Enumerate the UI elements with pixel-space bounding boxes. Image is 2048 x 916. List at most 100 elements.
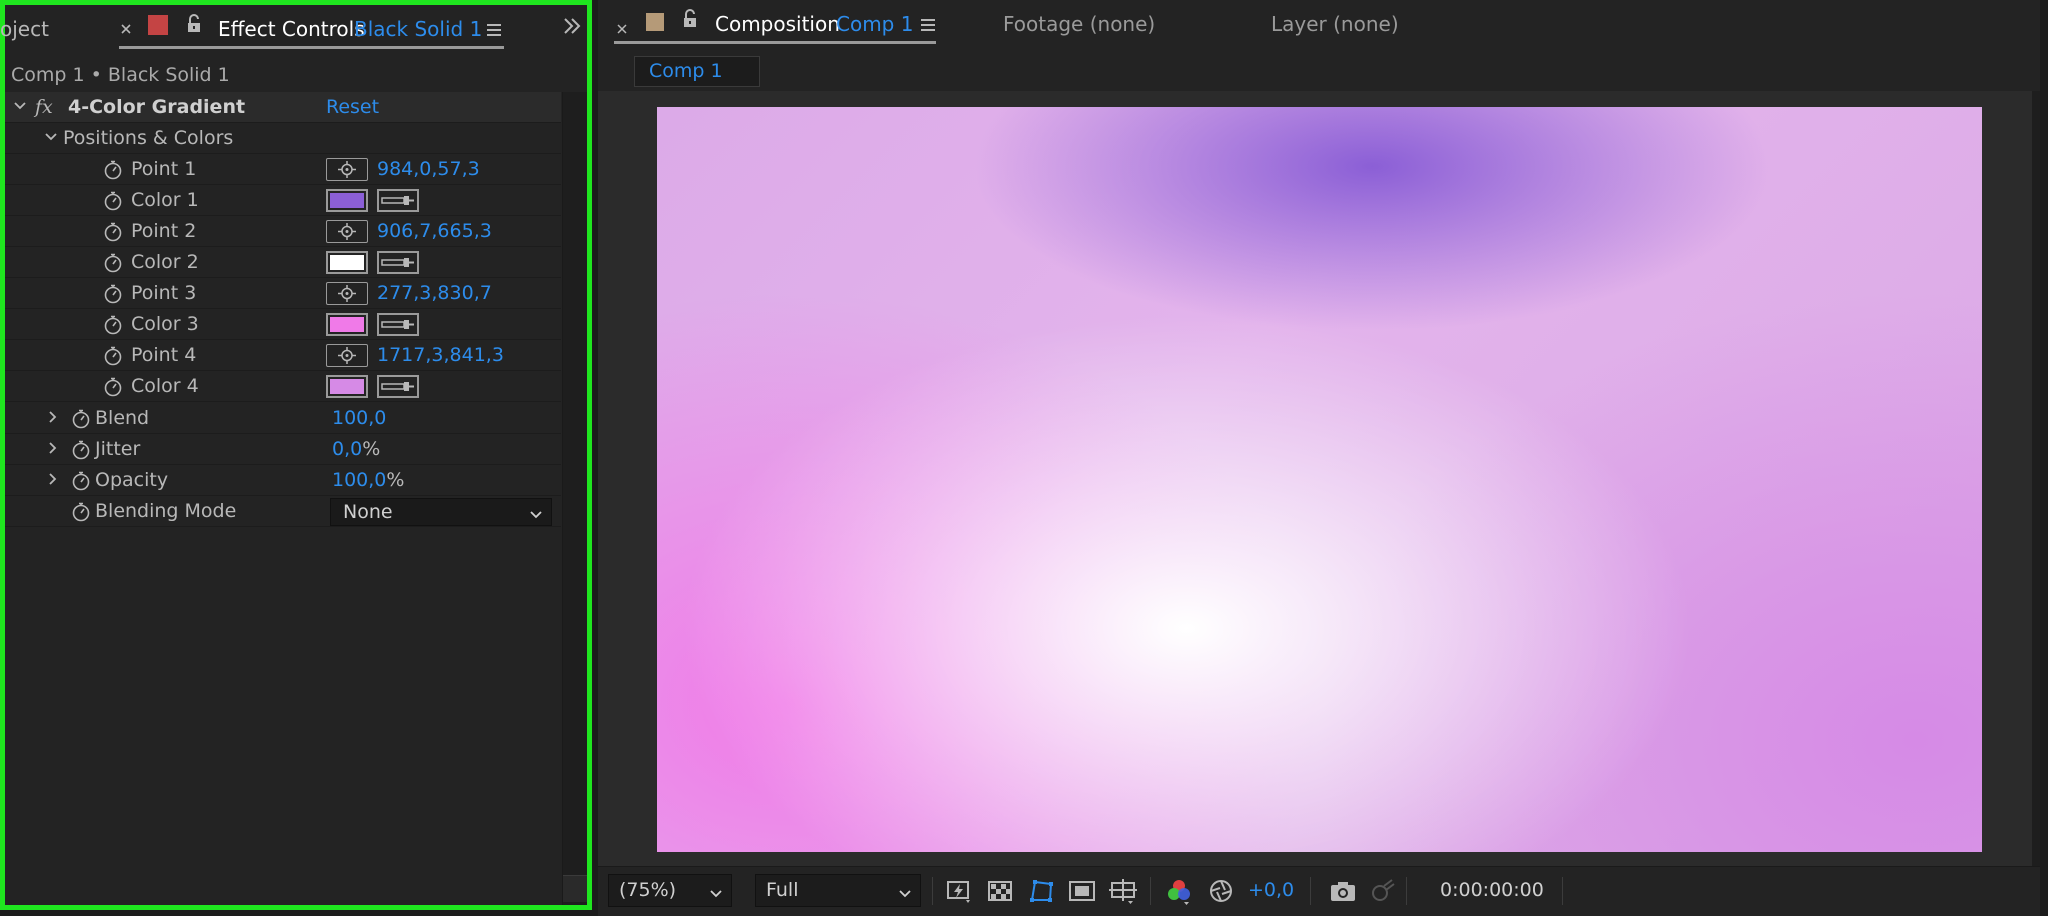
property-row-blend[interactable]: Blend 100,0 bbox=[5, 403, 561, 434]
stopwatch-icon[interactable] bbox=[71, 471, 91, 491]
stopwatch-icon[interactable] bbox=[71, 502, 91, 522]
property-row-color-1[interactable]: Color 1 bbox=[5, 185, 561, 216]
stopwatch-icon[interactable] bbox=[103, 377, 123, 397]
opacity-value[interactable]: 100,0 bbox=[332, 469, 386, 491]
property-row-jitter[interactable]: Jitter 0,0% bbox=[5, 434, 561, 465]
property-row-color-2[interactable]: Color 2 bbox=[5, 247, 561, 278]
color-swatch-fill bbox=[330, 193, 364, 208]
property-value[interactable]: 0,0% bbox=[332, 438, 380, 460]
fx-icon[interactable]: fx bbox=[35, 96, 53, 118]
group-label: Positions & Colors bbox=[63, 127, 234, 149]
color-channels-icon[interactable] bbox=[1164, 876, 1194, 906]
eyedropper-icon[interactable] bbox=[377, 375, 419, 398]
stopwatch-icon[interactable] bbox=[103, 160, 123, 180]
crosshair-icon[interactable] bbox=[326, 220, 368, 243]
close-icon[interactable] bbox=[616, 18, 628, 34]
vertical-scrollbar[interactable] bbox=[562, 92, 587, 905]
unit-label: % bbox=[386, 469, 405, 491]
effect-row-4-color-gradient[interactable]: fx 4-Color Gradient Reset bbox=[5, 92, 561, 123]
stopwatch-icon[interactable] bbox=[71, 409, 91, 429]
property-label: Blend bbox=[95, 407, 150, 429]
tab-layer[interactable]: Layer (none) bbox=[1271, 12, 1399, 36]
color-swatch[interactable] bbox=[326, 251, 368, 274]
stopwatch-icon[interactable] bbox=[103, 284, 123, 304]
color-swatch[interactable] bbox=[326, 313, 368, 336]
property-row-point-2[interactable]: Point 2 906,7,665,3 bbox=[5, 216, 561, 247]
jitter-value[interactable]: 0,0 bbox=[332, 438, 362, 460]
toolbar-separator bbox=[932, 877, 933, 905]
double-chevron-right-icon[interactable] bbox=[561, 15, 583, 37]
color-swatch[interactable] bbox=[326, 189, 368, 212]
region-of-interest-icon[interactable] bbox=[1067, 876, 1097, 906]
fast-previews-icon[interactable] bbox=[944, 876, 974, 906]
composition-viewer[interactable] bbox=[598, 91, 2038, 866]
stopwatch-icon[interactable] bbox=[103, 315, 123, 335]
chevron-right-icon[interactable] bbox=[45, 469, 59, 489]
exposure-value[interactable]: +0,0 bbox=[1248, 879, 1294, 901]
tab-composition-title[interactable]: Composition bbox=[715, 12, 840, 36]
composition-canvas-gradient[interactable] bbox=[657, 107, 1982, 852]
current-time-timecode[interactable]: 0:00:00:00 bbox=[1440, 879, 1544, 901]
stopwatch-icon[interactable] bbox=[103, 253, 123, 273]
point-coordinate-value[interactable]: 1717,3,841,3 bbox=[377, 344, 504, 366]
chevron-down-icon bbox=[898, 884, 912, 898]
lock-icon[interactable] bbox=[185, 13, 203, 35]
color-swatch[interactable] bbox=[326, 375, 368, 398]
magnification-dropdown[interactable]: (75%) bbox=[608, 874, 732, 907]
property-row-point-3[interactable]: Point 3 277,3,830,7 bbox=[5, 278, 561, 309]
group-row-positions-colors[interactable]: Positions & Colors bbox=[5, 123, 561, 154]
crosshair-icon[interactable] bbox=[326, 158, 368, 181]
property-row-color-4[interactable]: Color 4 bbox=[5, 371, 561, 402]
show-snapshot-icon[interactable] bbox=[1368, 876, 1398, 906]
point-coordinate-value[interactable]: 984,0,57,3 bbox=[377, 158, 480, 180]
property-value[interactable]: 100,0 bbox=[332, 407, 386, 429]
label-color-swatch[interactable] bbox=[148, 15, 168, 35]
blending-mode-dropdown[interactable]: None bbox=[330, 498, 552, 526]
vertical-scrollbar[interactable] bbox=[2032, 91, 2040, 866]
effect-name[interactable]: 4-Color Gradient bbox=[68, 96, 245, 118]
stopwatch-icon[interactable] bbox=[103, 346, 123, 366]
mask-path-visibility-icon[interactable] bbox=[1026, 876, 1056, 906]
stopwatch-icon[interactable] bbox=[103, 222, 123, 242]
hamburger-menu-icon[interactable] bbox=[486, 21, 502, 37]
chevron-down-icon[interactable] bbox=[44, 127, 58, 147]
resolution-dropdown[interactable]: Full bbox=[755, 874, 921, 907]
property-row-point-1[interactable]: Point 1 984,0,57,3 bbox=[5, 154, 561, 185]
transparency-grid-icon[interactable] bbox=[985, 876, 1015, 906]
comp-subtab[interactable]: Comp 1 bbox=[634, 56, 760, 87]
tab-effect-controls-title[interactable]: Effect Controls bbox=[218, 17, 365, 41]
scrollbar-end-cap[interactable] bbox=[563, 875, 587, 902]
point-coordinate-value[interactable]: 277,3,830,7 bbox=[377, 282, 492, 304]
tab-footage[interactable]: Footage (none) bbox=[1003, 12, 1155, 36]
hamburger-menu-icon[interactable] bbox=[920, 16, 936, 32]
chevron-right-icon[interactable] bbox=[45, 407, 59, 427]
property-row-blending-mode[interactable]: Blending Mode None bbox=[5, 496, 561, 527]
chevron-down-icon[interactable] bbox=[13, 96, 27, 116]
property-value[interactable]: 100,0% bbox=[332, 469, 404, 491]
lock-icon[interactable] bbox=[681, 8, 699, 30]
property-row-opacity[interactable]: Opacity 100,0% bbox=[5, 465, 561, 496]
point-coordinate-value[interactable]: 906,7,665,3 bbox=[377, 220, 492, 242]
stopwatch-icon[interactable] bbox=[103, 191, 123, 211]
chevron-right-icon[interactable] bbox=[45, 438, 59, 458]
property-row-color-3[interactable]: Color 3 bbox=[5, 309, 561, 340]
property-label: Jitter bbox=[95, 438, 141, 460]
tab-project[interactable]: oject bbox=[0, 17, 49, 41]
camera-snapshot-icon[interactable] bbox=[1328, 876, 1358, 906]
eyedropper-icon[interactable] bbox=[377, 251, 419, 274]
close-icon[interactable] bbox=[119, 19, 133, 34]
property-label: Opacity bbox=[95, 469, 169, 491]
stopwatch-icon[interactable] bbox=[71, 440, 91, 460]
reset-link[interactable]: Reset bbox=[326, 96, 379, 118]
grid-guides-icon[interactable] bbox=[1108, 876, 1138, 906]
exposure-icon[interactable] bbox=[1206, 876, 1236, 906]
eyedropper-icon[interactable] bbox=[377, 189, 419, 212]
tab-effect-controls-layer[interactable]: Black Solid 1 bbox=[354, 17, 482, 41]
property-row-point-4[interactable]: Point 4 1717,3,841,3 bbox=[5, 340, 561, 371]
label-color-swatch[interactable] bbox=[646, 13, 664, 31]
tab-composition-name[interactable]: Comp 1 bbox=[836, 12, 913, 36]
eyedropper-icon[interactable] bbox=[377, 313, 419, 336]
property-label: Color 4 bbox=[131, 375, 199, 397]
crosshair-icon[interactable] bbox=[326, 282, 368, 305]
crosshair-icon[interactable] bbox=[326, 344, 368, 367]
